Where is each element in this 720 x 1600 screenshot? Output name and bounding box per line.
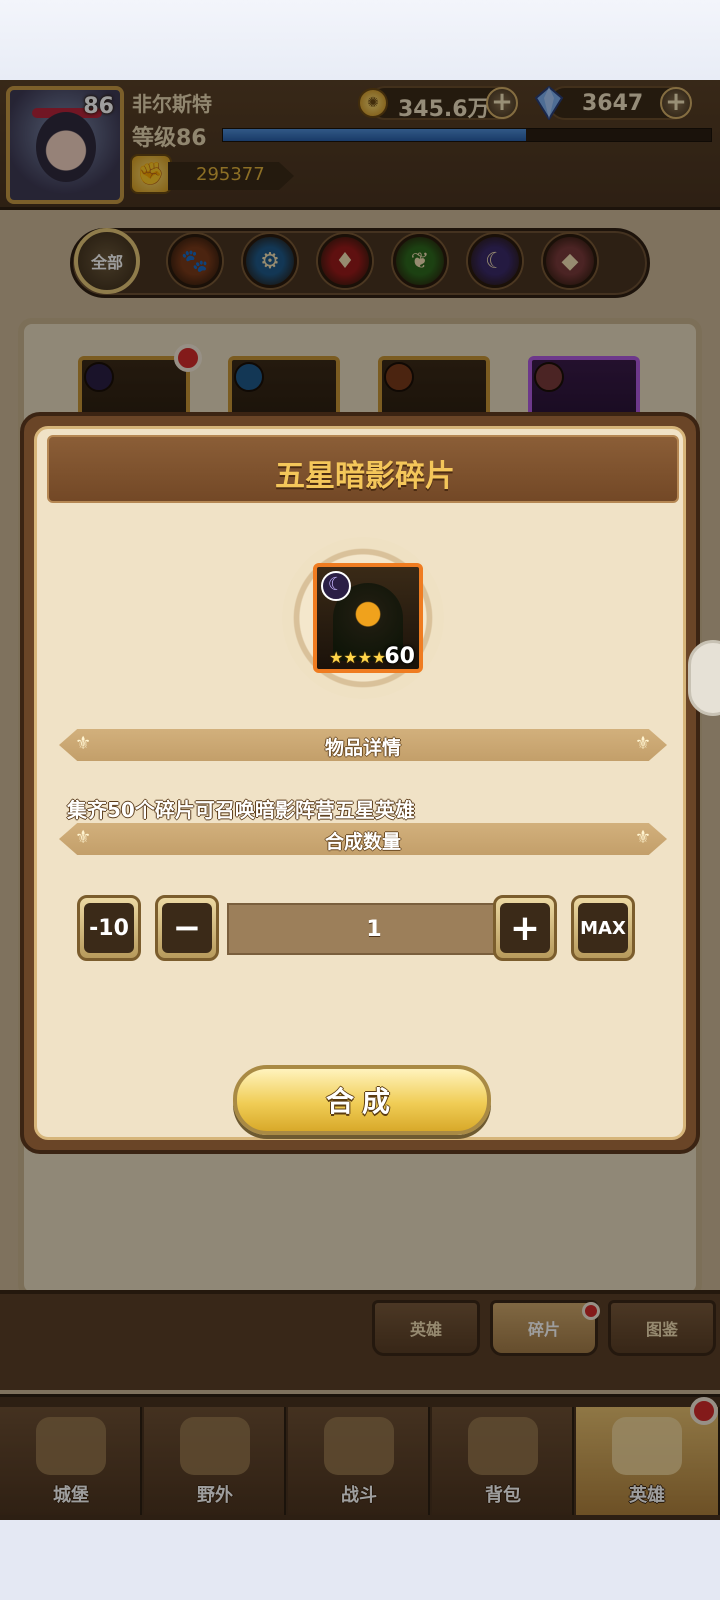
minus-icon: − — [162, 903, 212, 953]
combine-button[interactable]: 合成 — [233, 1065, 491, 1135]
modal-body: 五星暗影碎片 ☾ ★★★★ 60 ⚜ 物品详情 ⚜ 集齐50个碎片可召唤暗影阵营… — [34, 426, 686, 1140]
combine-label: 合成 — [325, 1085, 398, 1118]
details-heading: 物品详情 — [324, 737, 401, 759]
quantity-heading: 合成数量 — [324, 831, 401, 853]
max-button[interactable]: MAX — [571, 895, 635, 961]
shard-count: 60 — [384, 644, 415, 669]
quantity-stepper: 1 — [227, 903, 517, 955]
shard-item-card: ☾ ★★★★ 60 — [313, 563, 423, 673]
modal-title-bar: 五星暗影碎片 — [47, 435, 679, 503]
minus-button[interactable]: − — [155, 895, 219, 961]
modal-title: 五星暗影碎片 — [275, 459, 455, 494]
star-rating: ★★★★ — [329, 648, 387, 667]
plus-icon: + — [500, 903, 550, 953]
details-section-bar: ⚜ 物品详情 ⚜ — [59, 729, 667, 761]
fleur-icon: ⚜ — [634, 827, 651, 848]
plus-button[interactable]: + — [493, 895, 557, 961]
minus-ten-label: -10 — [84, 903, 134, 953]
item-description: 集齐50个碎片可召唤暗影阵营五星英雄 — [67, 798, 415, 822]
minus-ten-button[interactable]: -10 — [77, 895, 141, 961]
max-label: MAX — [578, 903, 628, 953]
fleur-icon: ⚜ — [634, 733, 651, 754]
quantity-section-bar: ⚜ 合成数量 ⚜ — [59, 823, 667, 855]
shard-detail-modal: 五星暗影碎片 ☾ ★★★★ 60 ⚜ 物品详情 ⚜ 集齐50个碎片可召唤暗影阵营… — [20, 412, 700, 1154]
moon-icon: ☾ — [321, 571, 351, 601]
quantity-value: 1 — [366, 917, 382, 942]
game-screen: 86 非尔斯特 等级86 ✊ 295377 ✺ 345.6万 + 3647 + … — [0, 80, 720, 1520]
side-handle[interactable] — [688, 640, 720, 716]
